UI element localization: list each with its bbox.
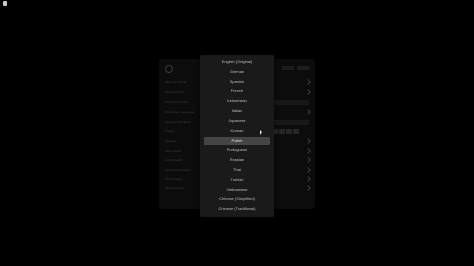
app-screen: Multi-cam Mode Camera Mode Production Mo… (0, 0, 474, 266)
language-option[interactable]: Italian (204, 107, 270, 115)
language-option[interactable]: Russian (204, 156, 270, 164)
header-control[interactable] (297, 66, 309, 70)
setting-label: Production Mode (165, 100, 188, 104)
chevron-right-icon (305, 79, 311, 85)
chevron-right-icon (305, 176, 311, 182)
option-button[interactable] (286, 129, 292, 134)
option-button[interactable] (279, 129, 285, 134)
chevron-right-icon (305, 109, 311, 115)
language-option[interactable]: Turkish (204, 176, 270, 184)
setting-label: Multi-cam Mode (165, 80, 187, 84)
header-control[interactable] (282, 66, 294, 70)
chevron-right-icon (305, 157, 311, 163)
app-icon[interactable] (3, 1, 7, 6)
header-controls (282, 66, 309, 71)
setting-label: Performance Mode (165, 168, 191, 172)
language-option[interactable]: Portuguese (204, 146, 270, 154)
setting-label: Audio Mode (165, 149, 182, 153)
language-option[interactable]: Vietnamese (204, 186, 270, 194)
language-option[interactable]: Japanese (204, 117, 270, 125)
language-option[interactable]: French (204, 87, 270, 95)
language-option[interactable]: Spanish (204, 78, 270, 86)
mouse-cursor-icon (260, 130, 262, 135)
chevron-right-icon (305, 89, 311, 95)
language-dropdown: English (Original) German Spanish French… (200, 55, 274, 217)
language-option-selected[interactable]: Polish (204, 137, 270, 145)
option-buttons (272, 129, 299, 134)
setting-label: Reset Settings (165, 186, 185, 190)
setting-label: Production Language (165, 110, 194, 114)
setting-label: Subtitles (165, 139, 177, 143)
language-option[interactable]: Chinese (Traditional) (204, 205, 270, 213)
home-icon[interactable] (165, 65, 173, 73)
chevron-right-icon (305, 185, 311, 191)
chevron-right-icon (305, 138, 311, 144)
setting-label: Camera Orientation (165, 120, 192, 124)
setting-label: Display (165, 129, 175, 133)
language-option[interactable]: German (204, 68, 270, 76)
setting-label: Audio Quality (165, 158, 183, 162)
chevron-right-icon (305, 167, 311, 173)
language-option[interactable]: Thai (204, 166, 270, 174)
setting-value[interactable] (273, 100, 309, 105)
language-option[interactable]: English (Original) (204, 58, 270, 66)
setting-label: Camera Mode (165, 90, 185, 94)
setting-value[interactable] (273, 120, 309, 125)
language-option[interactable]: Indonesian (204, 97, 270, 105)
language-option[interactable]: Chinese (Simplified) (204, 195, 270, 203)
chevron-right-icon (305, 148, 311, 154)
option-button[interactable] (293, 129, 299, 134)
setting-label: About Device (165, 177, 183, 181)
